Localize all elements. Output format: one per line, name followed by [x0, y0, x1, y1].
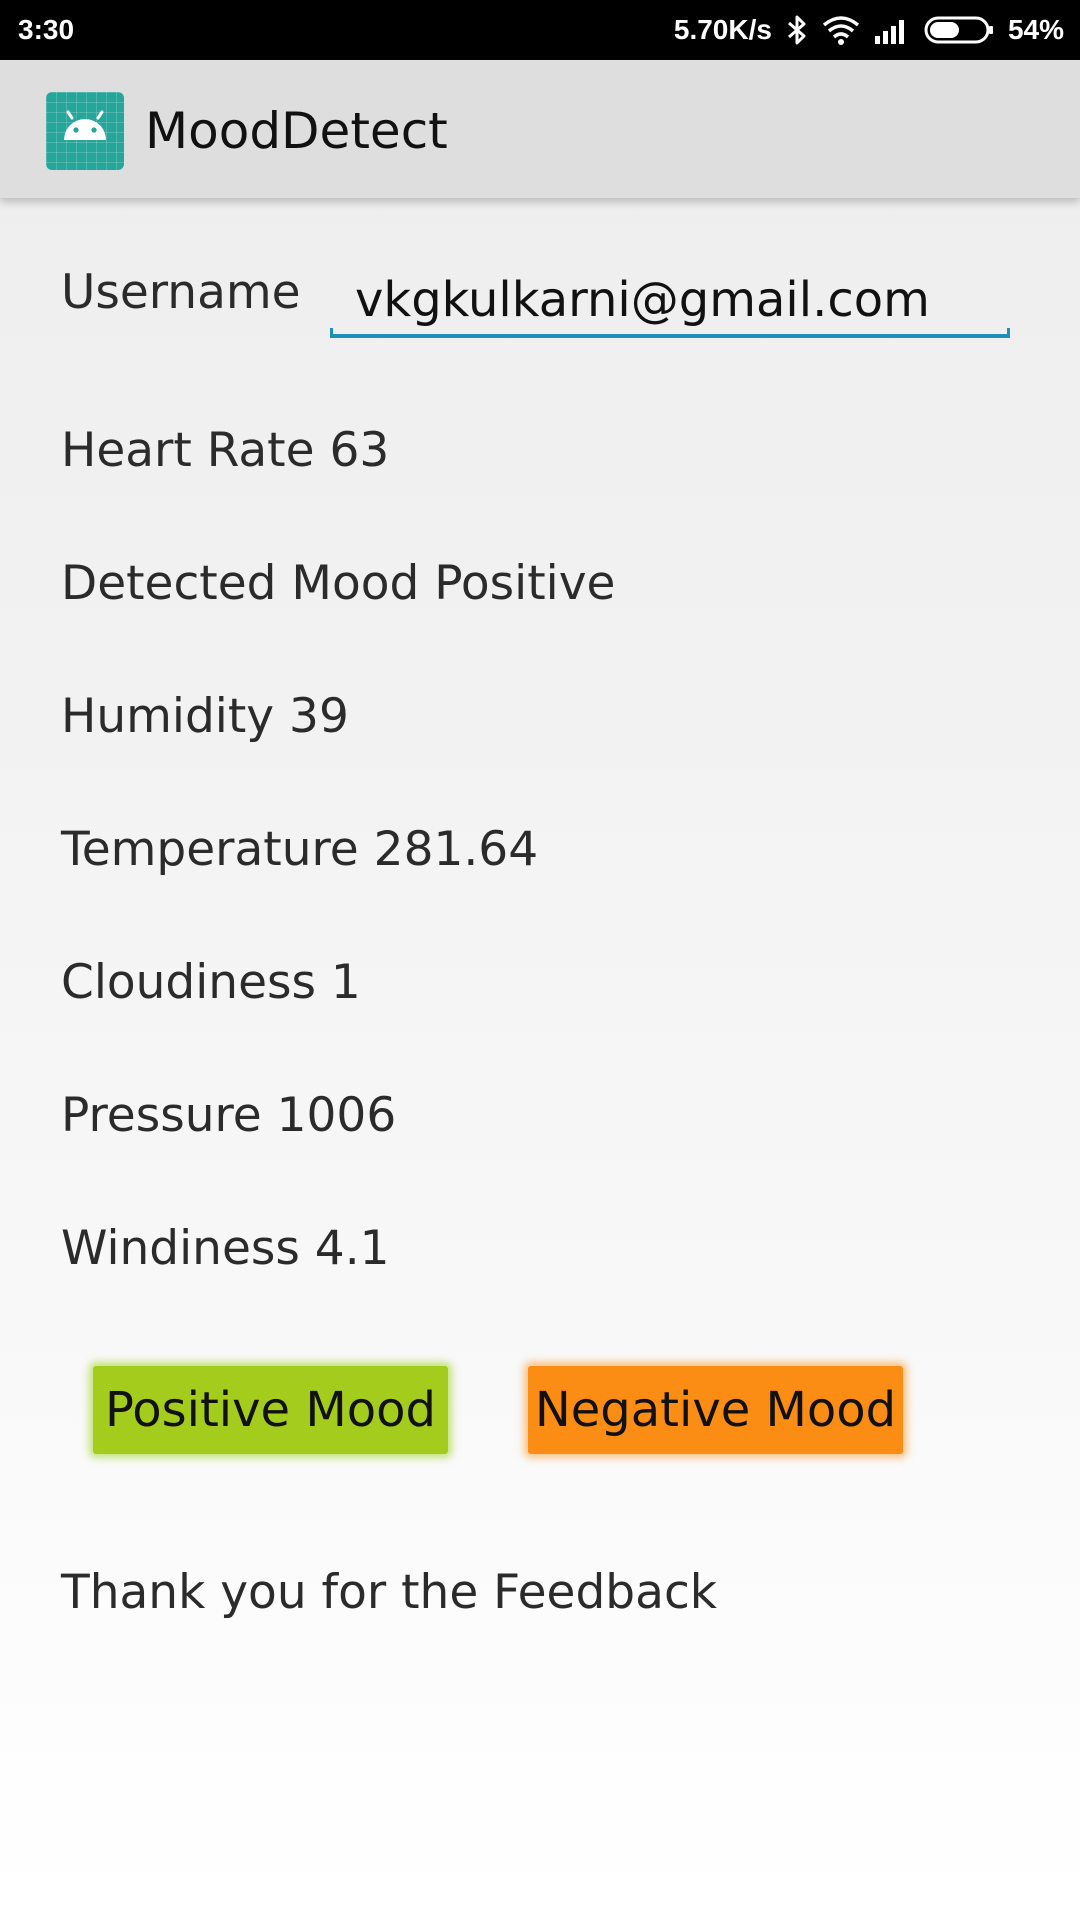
username-field-underline	[330, 328, 1010, 338]
humidity-text: Humidity 39	[61, 689, 349, 744]
temperature-text: Temperature 281.64	[61, 822, 539, 877]
status-icons: 5.70K/s 54%	[674, 12, 1064, 48]
negative-mood-button[interactable]: Negative Mood	[528, 1366, 903, 1454]
app-bar: MoodDetect	[0, 60, 1080, 198]
positive-mood-button[interactable]: Positive Mood	[93, 1366, 448, 1454]
username-label: Username	[61, 265, 301, 320]
wifi-icon	[822, 15, 860, 45]
pressure-text: Pressure 1006	[61, 1088, 397, 1143]
cloudiness-text: Cloudiness 1	[61, 955, 361, 1010]
android-icon	[46, 92, 124, 170]
username-field[interactable]	[331, 262, 1007, 338]
bluetooth-icon	[786, 14, 808, 46]
battery-icon	[924, 15, 994, 45]
signal-icon	[874, 16, 910, 44]
feedback-message: Thank you for the Feedback	[61, 1565, 718, 1620]
app-title: MoodDetect	[145, 102, 448, 160]
status-time: 3:30	[18, 14, 75, 45]
heart-rate-text: Heart Rate 63	[61, 423, 390, 478]
status-bar: 3:30 5.70K/s 54%	[0, 0, 1080, 60]
battery-percent: 54%	[1007, 14, 1064, 45]
windiness-text: Windiness 4.1	[61, 1221, 390, 1276]
detected-mood-text: Detected Mood Positive	[61, 556, 616, 611]
network-speed: 5.70K/s	[673, 14, 772, 45]
